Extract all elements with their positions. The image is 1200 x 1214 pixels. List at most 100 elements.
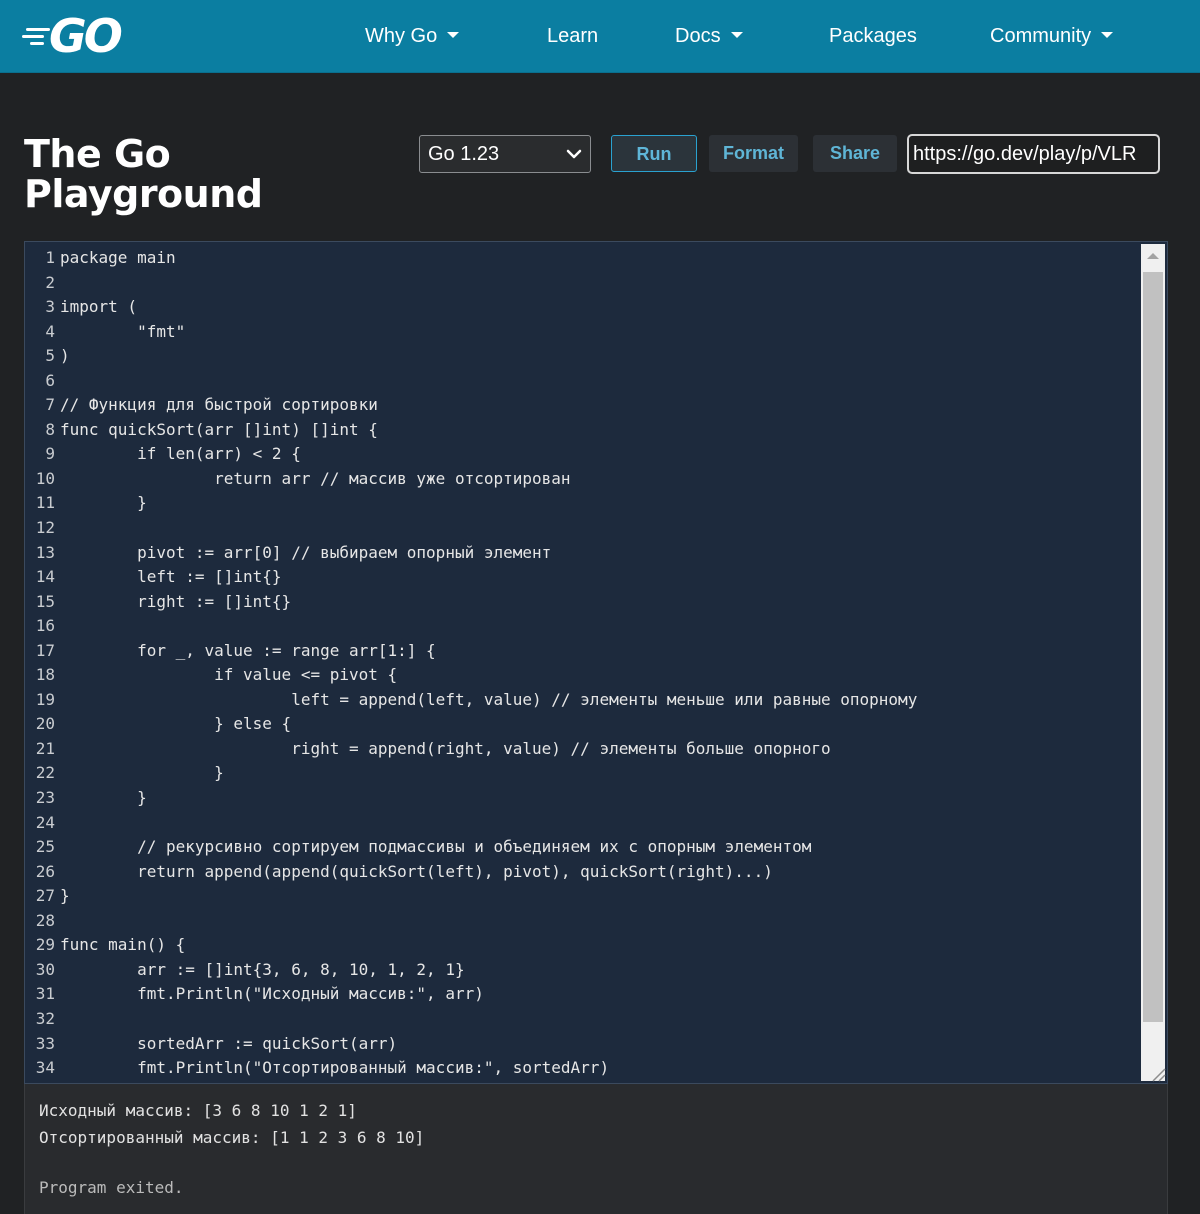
code-line: 29 func main() { [25, 933, 1141, 958]
line-number: 34 [35, 1058, 55, 1078]
code-line: 14 left := []int{} [25, 565, 1141, 590]
code-text: package main [60, 248, 176, 267]
code-line: 9 if len(arr) < 2 { [25, 442, 1141, 467]
code-line: 24 [25, 811, 1141, 836]
output-spacer [39, 1154, 1167, 1177]
share-button[interactable]: Share [813, 135, 897, 172]
editor-scrollbar[interactable] [1141, 244, 1165, 1081]
code-line: 8 func quickSort(arr []int) []int { [25, 418, 1141, 443]
code-text: func main() { [60, 935, 186, 955]
line-number: 15 [35, 591, 55, 611]
code-editor[interactable]: 1 package main 2 3 import (4 "fmt" 5) 6 7// Фун… [24, 241, 1168, 1084]
line-number: 28 [35, 910, 55, 930]
code-line: 20 } else { [25, 712, 1141, 737]
page-title-line-1: The Go [24, 132, 171, 176]
code-text: // рекурсивно сортируем подмассивы и объ… [60, 837, 812, 857]
code-line: 10 return arr // массив уже отсортирован [25, 467, 1141, 492]
code-line: 15 right := []int{} [25, 590, 1141, 615]
line-number: 22 [35, 763, 55, 783]
code-text: left := []int{} [60, 567, 282, 587]
code-text: fmt.Println("Исходный массив:", arr) [60, 984, 484, 1004]
code-text: } [60, 493, 147, 513]
code-line: 28 [25, 909, 1141, 934]
code-line: 34 fmt.Println("Отсортированный массив:"… [25, 1056, 1141, 1081]
page-title-line-2: Playground [24, 172, 263, 216]
code-text: "fmt" [60, 321, 186, 341]
line-number: 21 [35, 738, 55, 758]
scrollbar-thumb[interactable] [1143, 272, 1163, 1022]
code-line: 19 left = append(left, value) // элемент… [25, 688, 1141, 713]
line-number: 30 [35, 959, 55, 979]
code-text: } else { [60, 714, 292, 734]
line-number: 17 [35, 640, 55, 660]
code-text: if value <= pivot { [60, 665, 398, 685]
top-navigation-bar: GO Why Go Learn Docs Packages Community [0, 0, 1200, 73]
line-number: 7 [45, 395, 55, 415]
run-button[interactable]: Run [611, 135, 697, 172]
caret-down-icon [730, 31, 743, 38]
line-number: 29 [35, 935, 55, 955]
nav-item-docs[interactable]: Docs [675, 22, 743, 50]
code-line: 22 } [25, 761, 1141, 786]
scroll-up-arrow-icon[interactable] [1141, 244, 1165, 268]
code-text: import ( [60, 297, 138, 317]
nav-item-why-go[interactable]: Why Go [365, 22, 460, 50]
code-text: right := []int{} [60, 591, 292, 611]
line-number: 33 [35, 1033, 55, 1053]
code-text: return arr // массив уже отсортирован [60, 468, 571, 488]
code-line: 18 if value <= pivot { [25, 663, 1141, 688]
nav-item-learn[interactable]: Learn [547, 22, 598, 50]
line-number: 5 [45, 346, 55, 366]
nav-item-packages[interactable]: Packages [829, 22, 917, 50]
nav-label: Why Go [365, 25, 438, 47]
code-line: 1 package main [25, 246, 1141, 271]
line-number: 11 [35, 493, 55, 513]
go-version-select[interactable]: Go 1.23 [419, 135, 591, 173]
resize-handle-icon[interactable] [1145, 1061, 1167, 1083]
code-line: 33 sortedArr := quickSort(arr) [25, 1032, 1141, 1057]
code-line: 5) [25, 344, 1141, 369]
code-line: 6 [25, 369, 1141, 394]
share-url-field[interactable] [907, 134, 1160, 174]
code-line: 12 [25, 516, 1141, 541]
code-line: 13 pivot := arr[0] // выбираем опорный э… [25, 541, 1141, 566]
nav-label: Docs [675, 25, 721, 47]
output-line: Отсортированный массив: [1 1 2 3 6 8 10] [39, 1128, 425, 1147]
nav-label: Packages [829, 25, 917, 47]
code-text: ) [60, 346, 70, 366]
program-exit-message: Program exited. [39, 1178, 184, 1197]
code-text: } [60, 788, 147, 808]
line-number: 1 [45, 248, 55, 267]
format-button[interactable]: Format [709, 135, 798, 172]
code-line: 7// Функция для быстрой сортировки [25, 393, 1141, 418]
code-line: 30 arr := []int{3, 6, 8, 10, 1, 2, 1} [25, 958, 1141, 983]
line-number: 14 [35, 567, 55, 587]
code-line: 21 right = append(right, value) // элеме… [25, 737, 1141, 762]
nav-label: Learn [547, 25, 599, 47]
program-output: Исходный массив: [3 6 8 10 1 2 1] Отсорт… [24, 1084, 1168, 1214]
code-text: func quickSort(arr []int) []int { [60, 419, 378, 439]
line-number: 16 [35, 616, 55, 636]
line-number: 19 [35, 689, 55, 709]
nav-item-community[interactable]: Community [990, 22, 1114, 50]
code-line: 27} [25, 884, 1141, 909]
line-number: 3 [45, 297, 55, 317]
code-text: // Функция для быстрой сортировки [60, 395, 378, 415]
nav-label: Community [990, 25, 1092, 47]
code-line: 25 // рекурсивно сортируем подмассивы и … [25, 835, 1141, 860]
line-number: 27 [35, 886, 55, 906]
code-line: 31 fmt.Println("Исходный массив:", arr) [25, 982, 1141, 1007]
code-text: pivot := arr[0] // выбираем опорный элем… [60, 542, 552, 562]
page-title: The Go Playground [24, 132, 263, 216]
line-number: 32 [35, 1008, 55, 1028]
line-number: 4 [45, 321, 55, 341]
line-number: 23 [35, 788, 55, 808]
code-text: left = append(left, value) // элементы м… [60, 689, 918, 709]
code-text: right = append(right, value) // элементы… [60, 738, 831, 758]
code-line: 16 [25, 614, 1141, 639]
line-number: 31 [35, 984, 55, 1004]
code-text: } [60, 763, 224, 783]
line-number: 6 [45, 370, 55, 390]
selected-version: Go 1.23 [428, 143, 500, 165]
code-line: 23 } [25, 786, 1141, 811]
